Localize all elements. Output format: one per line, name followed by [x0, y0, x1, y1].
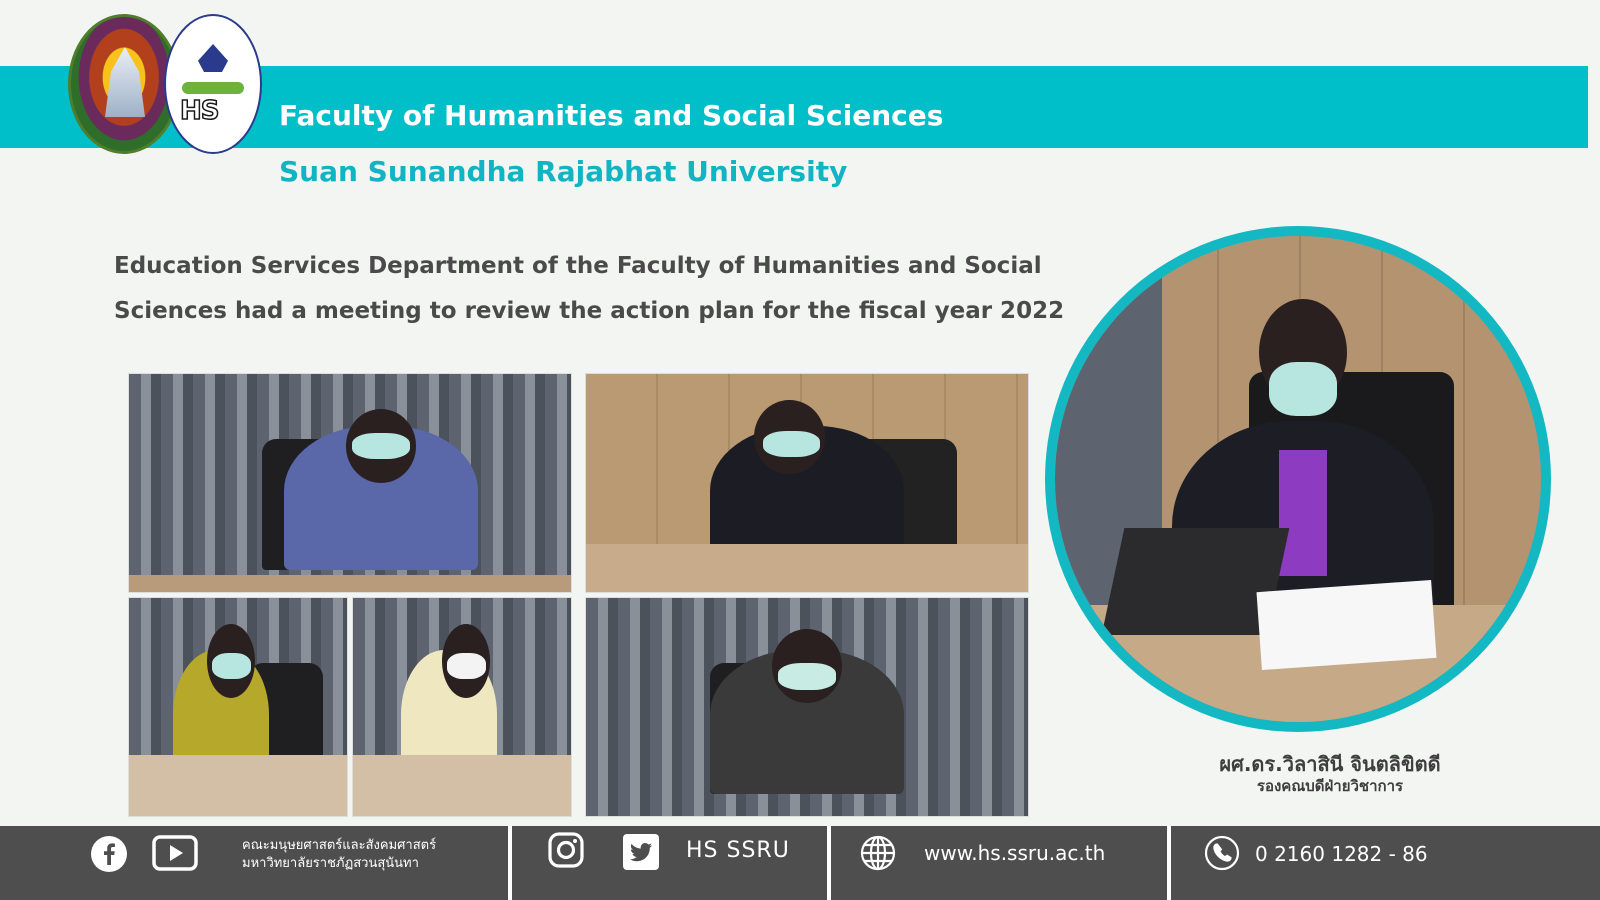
footer-divider-2 — [827, 826, 831, 900]
footer: คณะมนุษยศาสตร์และสังคมศาสตร์ มหาวิทยาลัย… — [0, 826, 1600, 900]
meeting-photo-2 — [585, 373, 1029, 593]
instagram-icon[interactable] — [548, 832, 584, 868]
footer-faculty-thai-2: มหาวิทยาลัยราชภัฏสวนสุนันทา — [242, 856, 419, 871]
footer-divider-1 — [508, 826, 512, 900]
headline: Education Services Department of the Fac… — [114, 244, 1114, 334]
meeting-photo-3 — [128, 597, 348, 817]
youtube-icon[interactable] — [152, 834, 198, 872]
twitter-icon[interactable] — [622, 833, 660, 871]
hs-faculty-logo: HS — [164, 14, 262, 154]
meeting-photo-4 — [352, 597, 572, 817]
university-name: Suan Sunandha Rajabhat University — [279, 155, 848, 188]
logos: HS — [68, 12, 268, 157]
footer-phone-number[interactable]: 0 2160 1282 - 86 — [1255, 842, 1428, 866]
facebook-icon[interactable] — [90, 835, 128, 873]
meeting-photo-5 — [585, 597, 1029, 817]
headline-line-1: Education Services Department of the Fac… — [114, 253, 1042, 279]
featured-photo — [1055, 236, 1541, 722]
footer-divider-3 — [1167, 826, 1171, 900]
footer-social-handle[interactable]: HS SSRU — [686, 838, 790, 863]
faculty-name: Faculty of Humanities and Social Science… — [279, 99, 944, 132]
featured-photo-frame — [1045, 226, 1551, 732]
meeting-photo-1 — [128, 373, 572, 593]
phone-icon — [1204, 835, 1240, 871]
footer-website-link[interactable]: www.hs.ssru.ac.th — [924, 841, 1105, 865]
featured-person-position: รองคณบดีฝ่ายวิชาการ — [1256, 777, 1404, 795]
hs-logo-text: HS — [179, 95, 220, 127]
globe-icon — [860, 835, 896, 871]
headline-line-2: Sciences had a meeting to review the act… — [114, 298, 1065, 324]
